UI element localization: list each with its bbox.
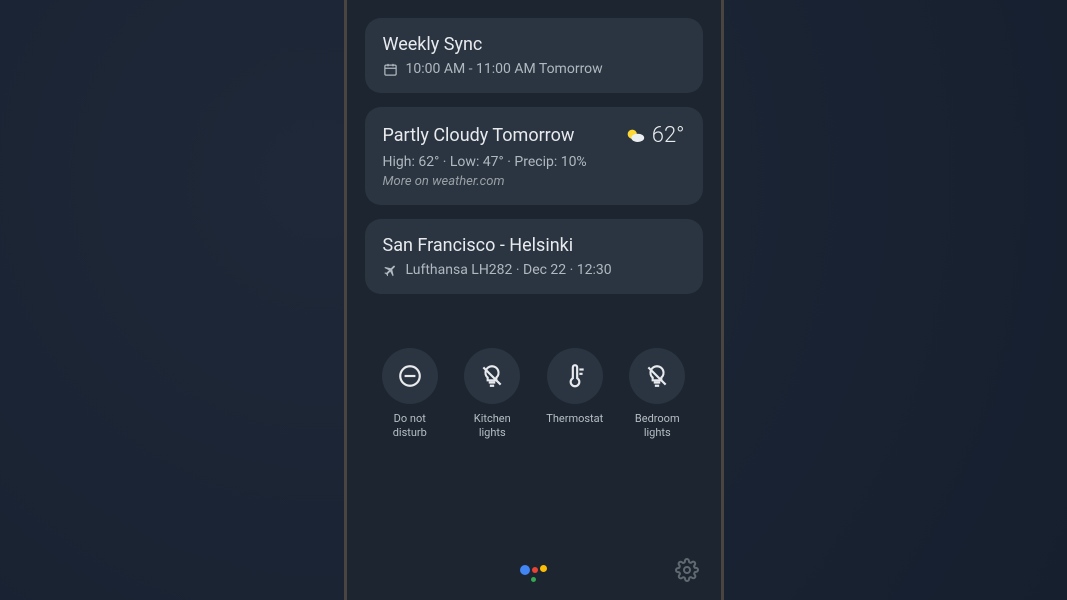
quick-controls-row: Do not disturb Kitchen lights [365,348,703,441]
weather-temp-group: 62° [624,123,685,148]
calendar-title: Weekly Sync [383,34,685,55]
kitchen-lights-control[interactable]: Kitchen lights [457,348,527,441]
weather-more-link[interactable]: More on weather.com [383,174,685,189]
lightbulb-off-icon [644,363,670,389]
calendar-card[interactable]: Weekly Sync 10:00 AM - 11:00 AM Tomorrow [365,18,703,93]
weather-header: Partly Cloudy Tomorrow 62° [383,123,685,148]
weather-title: Partly Cloudy Tomorrow [383,125,575,146]
bedroom-lights-control[interactable]: Bedroom lights [622,348,692,441]
lightbulb-off-icon [479,363,505,389]
flight-sub: Lufthansa LH282 · Dec 22 · 12:30 [383,262,685,278]
thermostat-icon [562,363,588,389]
weather-temp: 62° [652,123,685,148]
phone-frame: Weekly Sync 10:00 AM - 11:00 AM Tomorrow… [344,0,724,600]
weather-detail: High: 62° · Low: 47° · Precip: 10% [383,154,685,170]
calendar-sub: 10:00 AM - 11:00 AM Tomorrow [383,61,685,77]
thermostat-control[interactable]: Thermostat [540,348,610,441]
calendar-icon [383,62,398,77]
flight-card[interactable]: San Francisco - Helsinki Lufthansa LH282… [365,219,703,294]
weather-card[interactable]: Partly Cloudy Tomorrow 62° High: 62° · L… [365,107,703,205]
calendar-time: 10:00 AM - 11:00 AM Tomorrow [406,61,603,77]
partly-cloudy-icon [624,125,646,147]
flight-detail: Lufthansa LH282 · Dec 22 · 12:30 [406,262,612,278]
settings-icon[interactable] [675,558,699,582]
airplane-icon [383,263,398,278]
dnd-control[interactable]: Do not disturb [375,348,445,441]
flight-title: San Francisco - Helsinki [383,235,685,256]
phone-content: Weekly Sync 10:00 AM - 11:00 AM Tomorrow… [347,0,721,441]
dnd-icon [397,363,423,389]
google-assistant-icon[interactable] [520,565,548,582]
